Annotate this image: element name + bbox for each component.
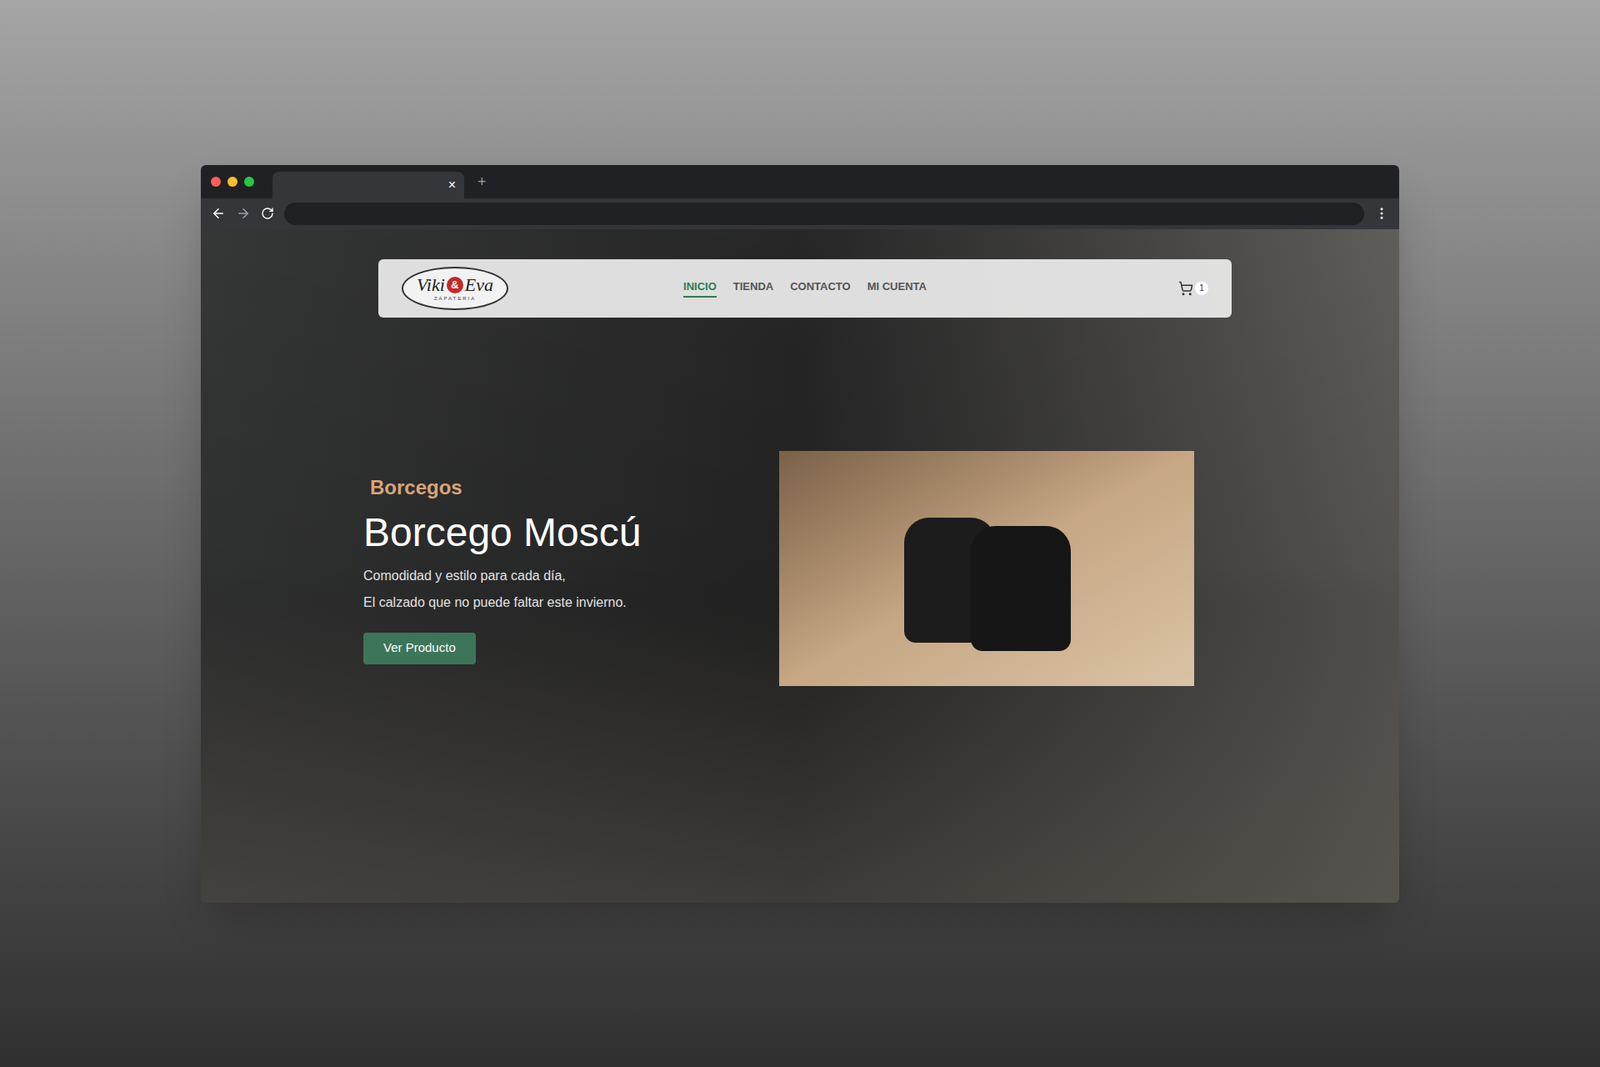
logo-name-left: Viki [416,275,445,295]
close-dot[interactable] [210,176,221,187]
product-image [779,450,1195,686]
hero-description: Comodidad y estilo para cada día, [363,565,780,586]
nav-link[interactable]: CONTACTO [790,278,850,299]
logo-name-right: Eva [465,275,494,295]
view-product-button[interactable]: Ver Producto [363,632,476,665]
maximize-dot[interactable] [244,176,255,187]
browser-tab[interactable]: × [272,171,465,199]
forward-icon[interactable] [235,205,251,221]
logo-apple: & [446,276,464,294]
hero-text: Borcegos Borcego Moscú Comodidad y estilo … [363,472,780,665]
browser-window: ×+Viki&EvaZAPATERIAINICIOTIENDACONTACTOM… [200,165,1400,903]
back-icon[interactable] [210,205,226,221]
address-bar[interactable] [284,202,1365,225]
logo-subtitle: ZAPATERIA [434,295,476,301]
cart-count: 1 [1195,281,1209,295]
minimize-dot[interactable] [227,176,238,187]
reload-icon[interactable] [260,206,275,220]
hero-category: Borcegos [370,472,780,503]
tab-close[interactable]: × [448,178,456,192]
logo[interactable]: Viki&EvaZAPATERIA [401,266,509,310]
new-tab[interactable]: + [477,174,487,190]
menu-icon[interactable] [1374,205,1390,221]
hero: Borcegos Borcego Moscú Comodidad y estilo … [200,450,1400,686]
hero-description: El calzado que no puede faltar este invi… [363,592,780,613]
cart-button[interactable]: 1 [1178,280,1209,296]
navbar: Viki&EvaZAPATERIA INICIO TIENDA CONTACTO MI … [378,259,1232,318]
nav-link[interactable]: MI CUENTA [867,278,927,299]
hero-title: Borcego Moscú [363,507,780,558]
cart-icon [1178,280,1194,296]
nav-link[interactable]: TIENDA [733,278,774,299]
nav-link[interactable]: INICIO [683,278,717,299]
address-row [200,198,1400,230]
page: ×+Viki&EvaZAPATERIAINICIOTIENDACONTACTOM… [0,0,1600,1067]
page-content: Viki&EvaZAPATERIA INICIO TIENDA CONTACTO MI … [200,229,1400,903]
tab-bar: ×+ [200,165,1400,199]
